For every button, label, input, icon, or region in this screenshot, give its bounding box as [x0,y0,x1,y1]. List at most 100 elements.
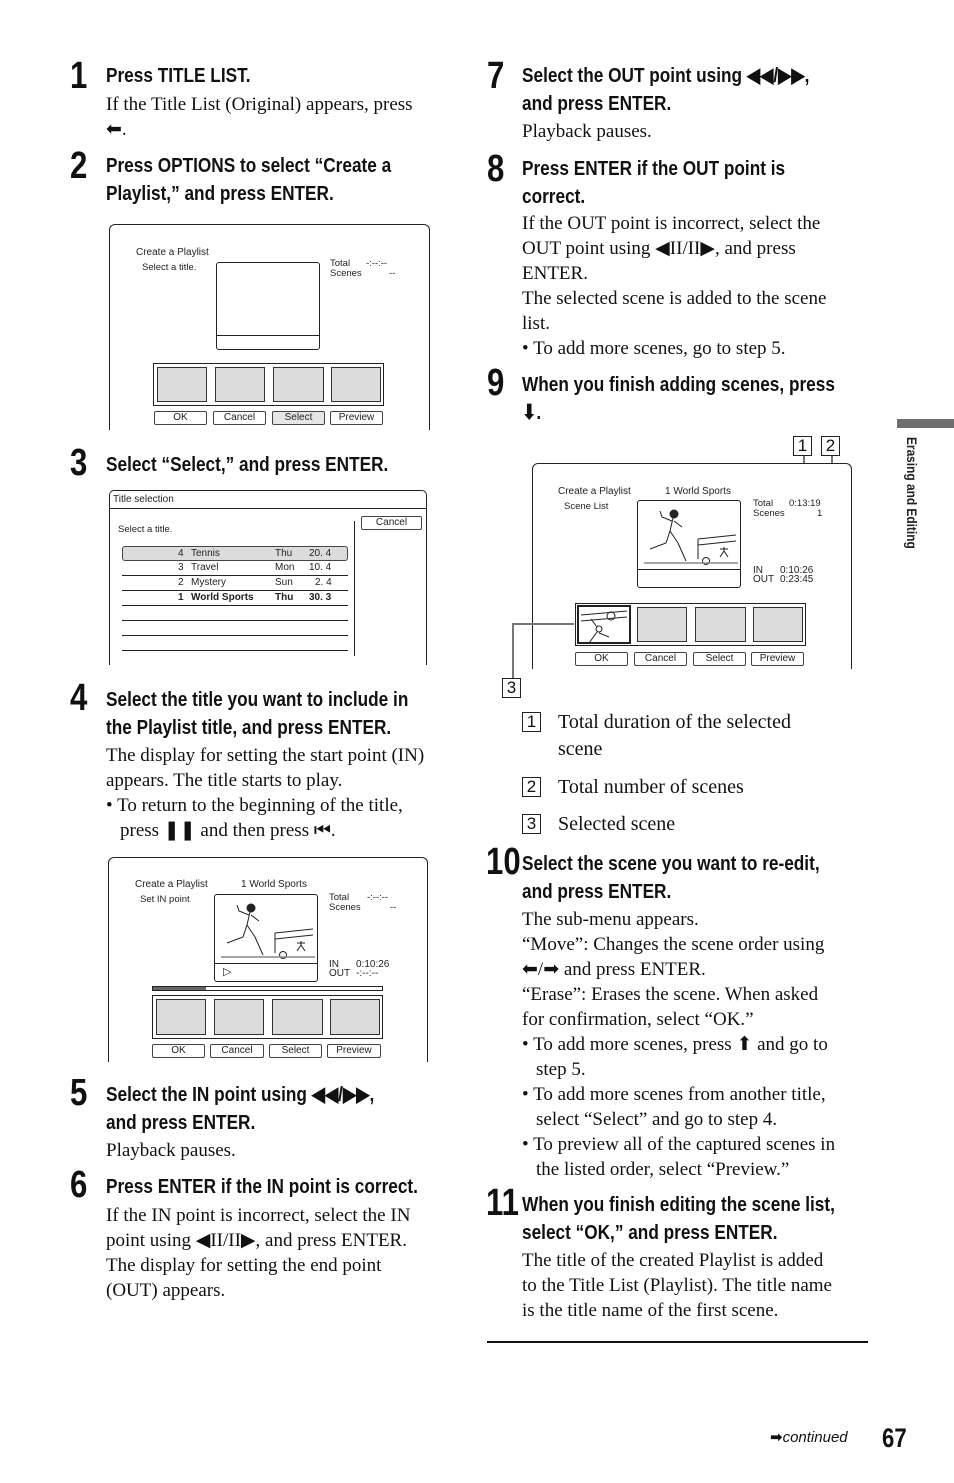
scenes-value: -- [389,268,396,279]
title-name: Mystery [191,577,226,588]
header-divider [110,508,426,510]
title-row[interactable]: 3 Travel Mon 10. 4 [122,561,348,576]
out-value: -:--:-- [356,968,379,979]
scene-thumbnail[interactable] [753,607,803,642]
ok-button[interactable]: OK [575,652,628,666]
screen-header: Title selection [113,494,174,505]
step-number: 11 [486,1182,519,1224]
scene-thumbnail[interactable] [215,367,265,402]
scene-thumbnail[interactable] [637,607,687,642]
callout-1: 1 [793,436,812,456]
select-button[interactable]: Select [272,411,325,425]
scene-thumbnail-selected[interactable] [577,605,631,644]
bullet-text: To add more scenes from another title, [533,1084,826,1105]
body-line: ⬅. [106,119,127,140]
step-body: If the Title List (Original) appears, pr… [106,92,456,142]
section-tab-label: Erasing and Editing [904,437,920,549]
scene-thumbnail[interactable] [272,999,323,1035]
title-row-highlighted[interactable]: 4 Tennis Thu 20. 4 [122,546,348,561]
legend-text: Selected scene [558,813,676,835]
total-value: 0:13:19 [789,498,821,509]
screen-title: Create a Playlist [558,486,631,497]
step-number: 10 [486,841,521,883]
out-label: OUT [753,574,775,585]
heading-line: Press OPTIONS to select “Create a [106,154,392,177]
bullet-text: To add more scenes, go to step 5. [533,338,786,359]
scene-thumbnail[interactable] [214,999,264,1035]
progress-bar[interactable] [152,986,383,991]
step-heading: When you finish adding scenes, press ⬇. [522,371,835,427]
body-line: If the OUT point is incorrect, select th… [522,213,821,234]
preview-button[interactable]: Preview [327,1044,381,1058]
title-date: 10. 4 [309,562,332,573]
step-heading: Select the title you want to include in … [106,686,408,742]
scene-thumbnail[interactable] [273,367,324,402]
step-number: 6 [70,1164,88,1206]
step-heading: When you finish editing the scene list, … [522,1191,835,1247]
select-button[interactable]: Select [269,1044,322,1058]
title-date: 20. 4 [309,548,332,559]
legend-number: 1 [522,712,541,732]
body-line: appears. The title starts to play. [106,770,343,791]
scenes-label: Scenes [753,508,785,519]
heading-line: and press ENTER. [106,1111,256,1134]
bullet-item: • To add more scenes from another title, [522,1084,826,1105]
scene-thumbnails [575,603,806,646]
cancel-button[interactable]: Cancel [213,411,266,425]
scene-thumbnail[interactable] [156,999,206,1035]
legend-line: Total duration of the selected [558,711,791,733]
preview-status-bar [638,569,740,587]
title-name: Tennis [191,548,220,559]
body-line: OUT point using ◀II/II▶, and press [522,238,796,259]
scene-thumbnail[interactable] [331,367,381,402]
preview-status-bar [217,335,319,349]
scene-thumbnail[interactable] [695,607,746,642]
continued-note: ➡continued [770,1428,848,1446]
scenes-label: Scenes [329,902,361,913]
heading-line: Select the IN point using ◀◀/▶▶, [106,1083,375,1106]
preview-window: ▷ [214,894,318,982]
title-date: 30. 3 [309,592,332,603]
screen-subtitle: Set IN point [140,894,190,905]
title-row[interactable]: 2 Mystery Sun 2. 4 [122,576,348,591]
title-row[interactable]: 1 World Sports Thu 30. 3 [122,591,348,606]
step-body: The display for setting the start point … [106,743,456,843]
section-divider [487,1341,868,1343]
heading-line: and press ENTER. [522,880,672,903]
legend-text: Total number of scenes [558,776,744,798]
select-button[interactable]: Select [693,652,746,666]
title-number: 1 [178,592,184,603]
heading-line: and press ENTER. [522,92,672,115]
title-number: 4 [178,548,184,559]
scene-thumbnail[interactable] [330,999,380,1035]
cancel-button[interactable]: Cancel [361,516,422,530]
step-number: 2 [70,145,88,187]
ok-button[interactable]: OK [154,411,207,425]
scene-list-screen: Create a Playlist 1 World Sports Scene L… [532,463,852,669]
step-heading: Press TITLE LIST. [106,64,251,87]
screen-subtitle: Scene List [564,501,609,512]
soccer-player-illustration [644,509,738,565]
bullet-continuation: select “Select” and go to step 4. [536,1109,778,1130]
title-name: 1 World Sports [241,879,307,890]
preview-button[interactable]: Preview [751,652,804,666]
body-line: The display for setting the start point … [106,745,425,766]
scene-thumbnail[interactable] [157,367,207,402]
total-value: -:--:-- [367,892,389,903]
scene-thumbnails [153,363,384,406]
body-line: list. [522,313,550,334]
arrow-right-icon: ➡ [770,1428,783,1446]
cancel-button[interactable]: Cancel [210,1044,264,1058]
body-line: If the Title List (Original) appears, pr… [106,94,413,115]
section-tab-marker [897,419,954,428]
title-name: Travel [191,562,219,573]
heading-line: Press ENTER if the OUT point is [522,157,786,180]
callout-3: 3 [502,678,521,698]
preview-button[interactable]: Preview [330,411,383,425]
callout-3-leader [512,623,574,625]
out-label: OUT [329,968,351,979]
cancel-button[interactable]: Cancel [634,652,687,666]
ok-button[interactable]: OK [152,1044,205,1058]
step-number: 9 [487,362,505,404]
body-line: ENTER. [522,263,588,284]
